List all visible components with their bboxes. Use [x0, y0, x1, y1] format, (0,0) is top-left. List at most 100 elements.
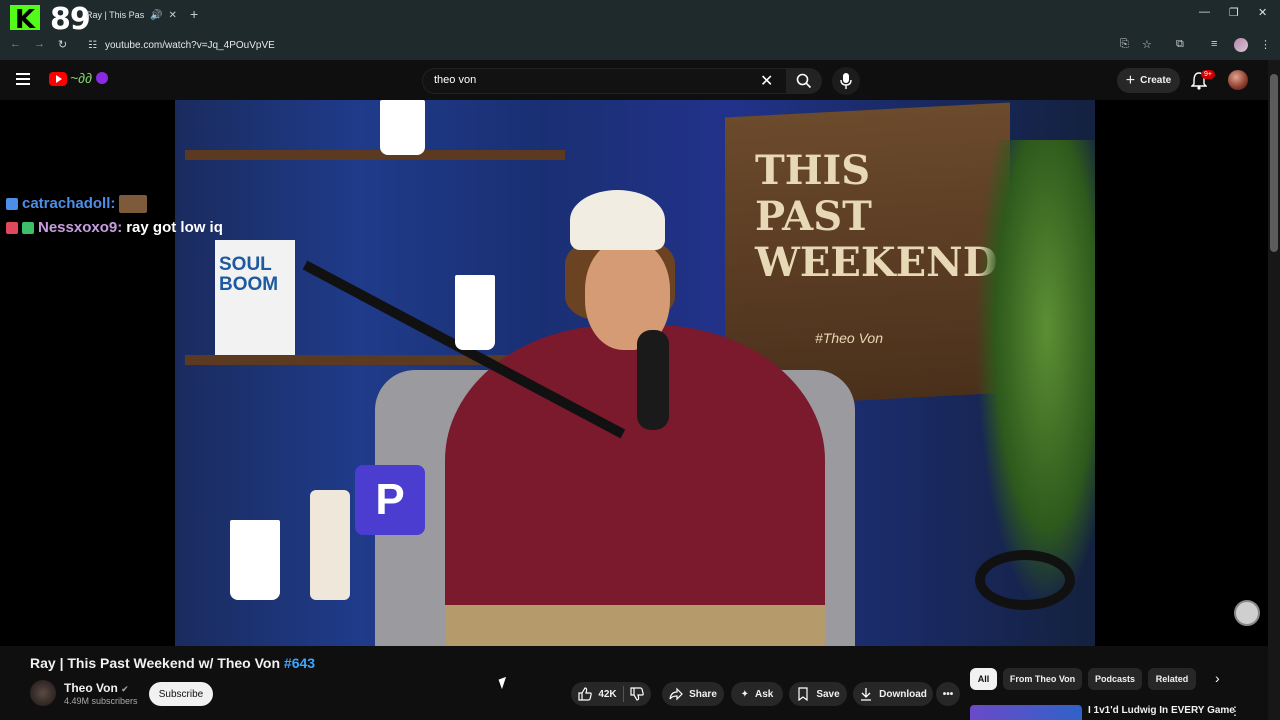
podcast-sign-text: THIS PAST WEEKEND: [755, 147, 998, 286]
book-title: SOUL BOOM: [219, 254, 279, 295]
share-label: Share: [689, 688, 717, 700]
recommendation-thumbnail[interactable]: [970, 705, 1082, 720]
podcast-microphone: [637, 330, 669, 430]
sparkle-icon: ✦: [740, 688, 750, 700]
subscribe-button[interactable]: Subscribe: [149, 682, 213, 706]
notification-count-badge: 9+: [1201, 70, 1215, 79]
patreon-logo: P: [355, 465, 425, 535]
install-icon[interactable]: ⎘: [1120, 38, 1129, 51]
site-info-icon[interactable]: ☷: [88, 40, 97, 51]
minimize-icon[interactable]: —: [1199, 6, 1210, 18]
mouse-cursor: [498, 676, 510, 690]
like-icon[interactable]: [578, 687, 593, 701]
media-control-icon[interactable]: ≡: [1211, 38, 1217, 50]
dislike-icon[interactable]: [630, 687, 644, 701]
podcast-sign-subtext: #Theo Von: [815, 330, 883, 346]
tab-title: Ray | This Past Weeke: [86, 10, 144, 20]
search-box[interactable]: [422, 68, 786, 94]
chat-username: Nessxoxo9:: [38, 219, 123, 236]
speaker-icon[interactable]: 🔊: [150, 10, 162, 21]
verified-icon: ✔: [121, 684, 129, 694]
bookmark-icon: [798, 687, 808, 701]
channel-avatar[interactable]: [30, 680, 56, 706]
chat-badge-icon: [6, 198, 18, 210]
chip-from-theo-von[interactable]: From Theo Von: [1003, 668, 1082, 690]
restore-icon[interactable]: ❐: [1229, 6, 1239, 19]
chat-emote: [119, 195, 148, 213]
video-hashtag[interactable]: #643: [284, 655, 315, 671]
video-title-text: Ray | This Past Weekend w/ Theo Von: [30, 655, 281, 671]
save-label: Save: [816, 688, 840, 700]
channel-name-text: Theo Von: [64, 681, 118, 695]
browser-menu-icon[interactable]: ⋮: [1260, 38, 1271, 51]
browser-tab[interactable]: Ray | This Past Weeke 🔊 ✕: [82, 4, 182, 26]
headphones-image: [975, 550, 1075, 610]
browser-profile-avatar[interactable]: [1234, 38, 1248, 52]
like-divider: [622, 686, 624, 702]
scrollbar-thumb[interactable]: [1270, 74, 1278, 252]
download-label: Download: [879, 688, 927, 700]
clear-search-icon[interactable]: ✕: [760, 71, 773, 91]
streamer-face-icon[interactable]: [1234, 600, 1260, 626]
page-scrollbar[interactable]: [1268, 60, 1280, 720]
reload-icon[interactable]: ↻: [58, 38, 67, 51]
chip-all[interactable]: All: [970, 668, 997, 690]
voice-search-button[interactable]: [832, 67, 860, 95]
more-horizontal-icon: •••: [942, 688, 954, 700]
palm-plant: [975, 140, 1095, 610]
back-icon[interactable]: ←: [10, 38, 21, 50]
create-button[interactable]: + Create: [1117, 68, 1180, 93]
youtube-doodle[interactable]: ~∂∂: [70, 70, 92, 86]
browser-toolbar: ← → ↻ ☷ youtube.com/watch?v=Jq_4POuVpVE …: [0, 30, 1280, 60]
top-shelf: [185, 150, 565, 160]
download-button[interactable]: Download: [853, 682, 933, 706]
chat-username: catrachadoll:: [22, 195, 116, 212]
url-text: youtube.com/watch?v=Jq_4POuVpVE: [104, 39, 275, 51]
doodle-decoration: [96, 72, 108, 84]
channel-name[interactable]: Theo Von ✔: [64, 681, 129, 695]
ask-label: Ask: [755, 688, 774, 700]
address-bar[interactable]: ☷ youtube.com/watch?v=Jq_4POuVpVE: [82, 34, 1112, 56]
more-actions-button[interactable]: •••: [936, 682, 960, 706]
person-pants: [445, 605, 825, 646]
share-button[interactable]: Share: [662, 682, 724, 706]
share-icon: [669, 687, 683, 701]
recommendation-title[interactable]: I 1v1'd Ludwig In EVERY Game: [1088, 705, 1235, 716]
mug-image: [380, 100, 425, 155]
microphone-icon: [840, 73, 852, 89]
chat-message: catrachadoll:: [6, 192, 223, 216]
chat-heart-badge-icon: [6, 222, 18, 234]
search-input[interactable]: [434, 74, 754, 86]
extensions-icon[interactable]: ⧉: [1176, 38, 1184, 51]
celsius-can: [310, 490, 350, 600]
chevron-right-icon[interactable]: ›: [1215, 670, 1220, 686]
sonic-cup: [230, 520, 280, 600]
like-count[interactable]: 42K: [598, 689, 616, 700]
create-label: Create: [1140, 75, 1172, 86]
ask-button[interactable]: ✦ Ask: [731, 682, 783, 706]
chat-sub-badge-icon: [22, 222, 34, 234]
bookmark-star-icon[interactable]: ☆: [1142, 38, 1152, 51]
chat-message: Nessxoxo9: ray got low iq: [6, 216, 223, 240]
person-cap: [570, 190, 665, 250]
close-window-icon[interactable]: ✕: [1258, 6, 1267, 19]
new-tab-icon[interactable]: +: [190, 6, 198, 22]
cup-on-shelf: [455, 275, 495, 350]
video-title: Ray | This Past Weekend w/ Theo Von #643: [30, 655, 315, 671]
save-button[interactable]: Save: [789, 682, 847, 706]
subscriber-count: 4.49M subscribers: [64, 696, 138, 706]
chat-overlay: catrachadoll: Nessxoxo9: ray got low iq: [6, 192, 223, 240]
youtube-logo[interactable]: [49, 72, 67, 86]
chip-podcasts[interactable]: Podcasts: [1088, 668, 1142, 690]
recommendation-more-icon[interactable]: ⋮: [1229, 704, 1241, 718]
like-dislike-group: 42K: [571, 682, 651, 706]
close-tab-icon[interactable]: ✕: [168, 10, 176, 21]
search-icon: [796, 73, 812, 89]
plus-icon: +: [1125, 71, 1136, 89]
forward-icon[interactable]: →: [34, 38, 45, 50]
account-avatar[interactable]: [1228, 70, 1248, 90]
video-player[interactable]: SOUL BOOM THIS PAST WEEKEND #Theo Von P …: [0, 100, 1268, 646]
search-button[interactable]: [786, 68, 822, 94]
menu-icon[interactable]: [16, 73, 30, 88]
chip-related[interactable]: Related: [1148, 668, 1196, 690]
